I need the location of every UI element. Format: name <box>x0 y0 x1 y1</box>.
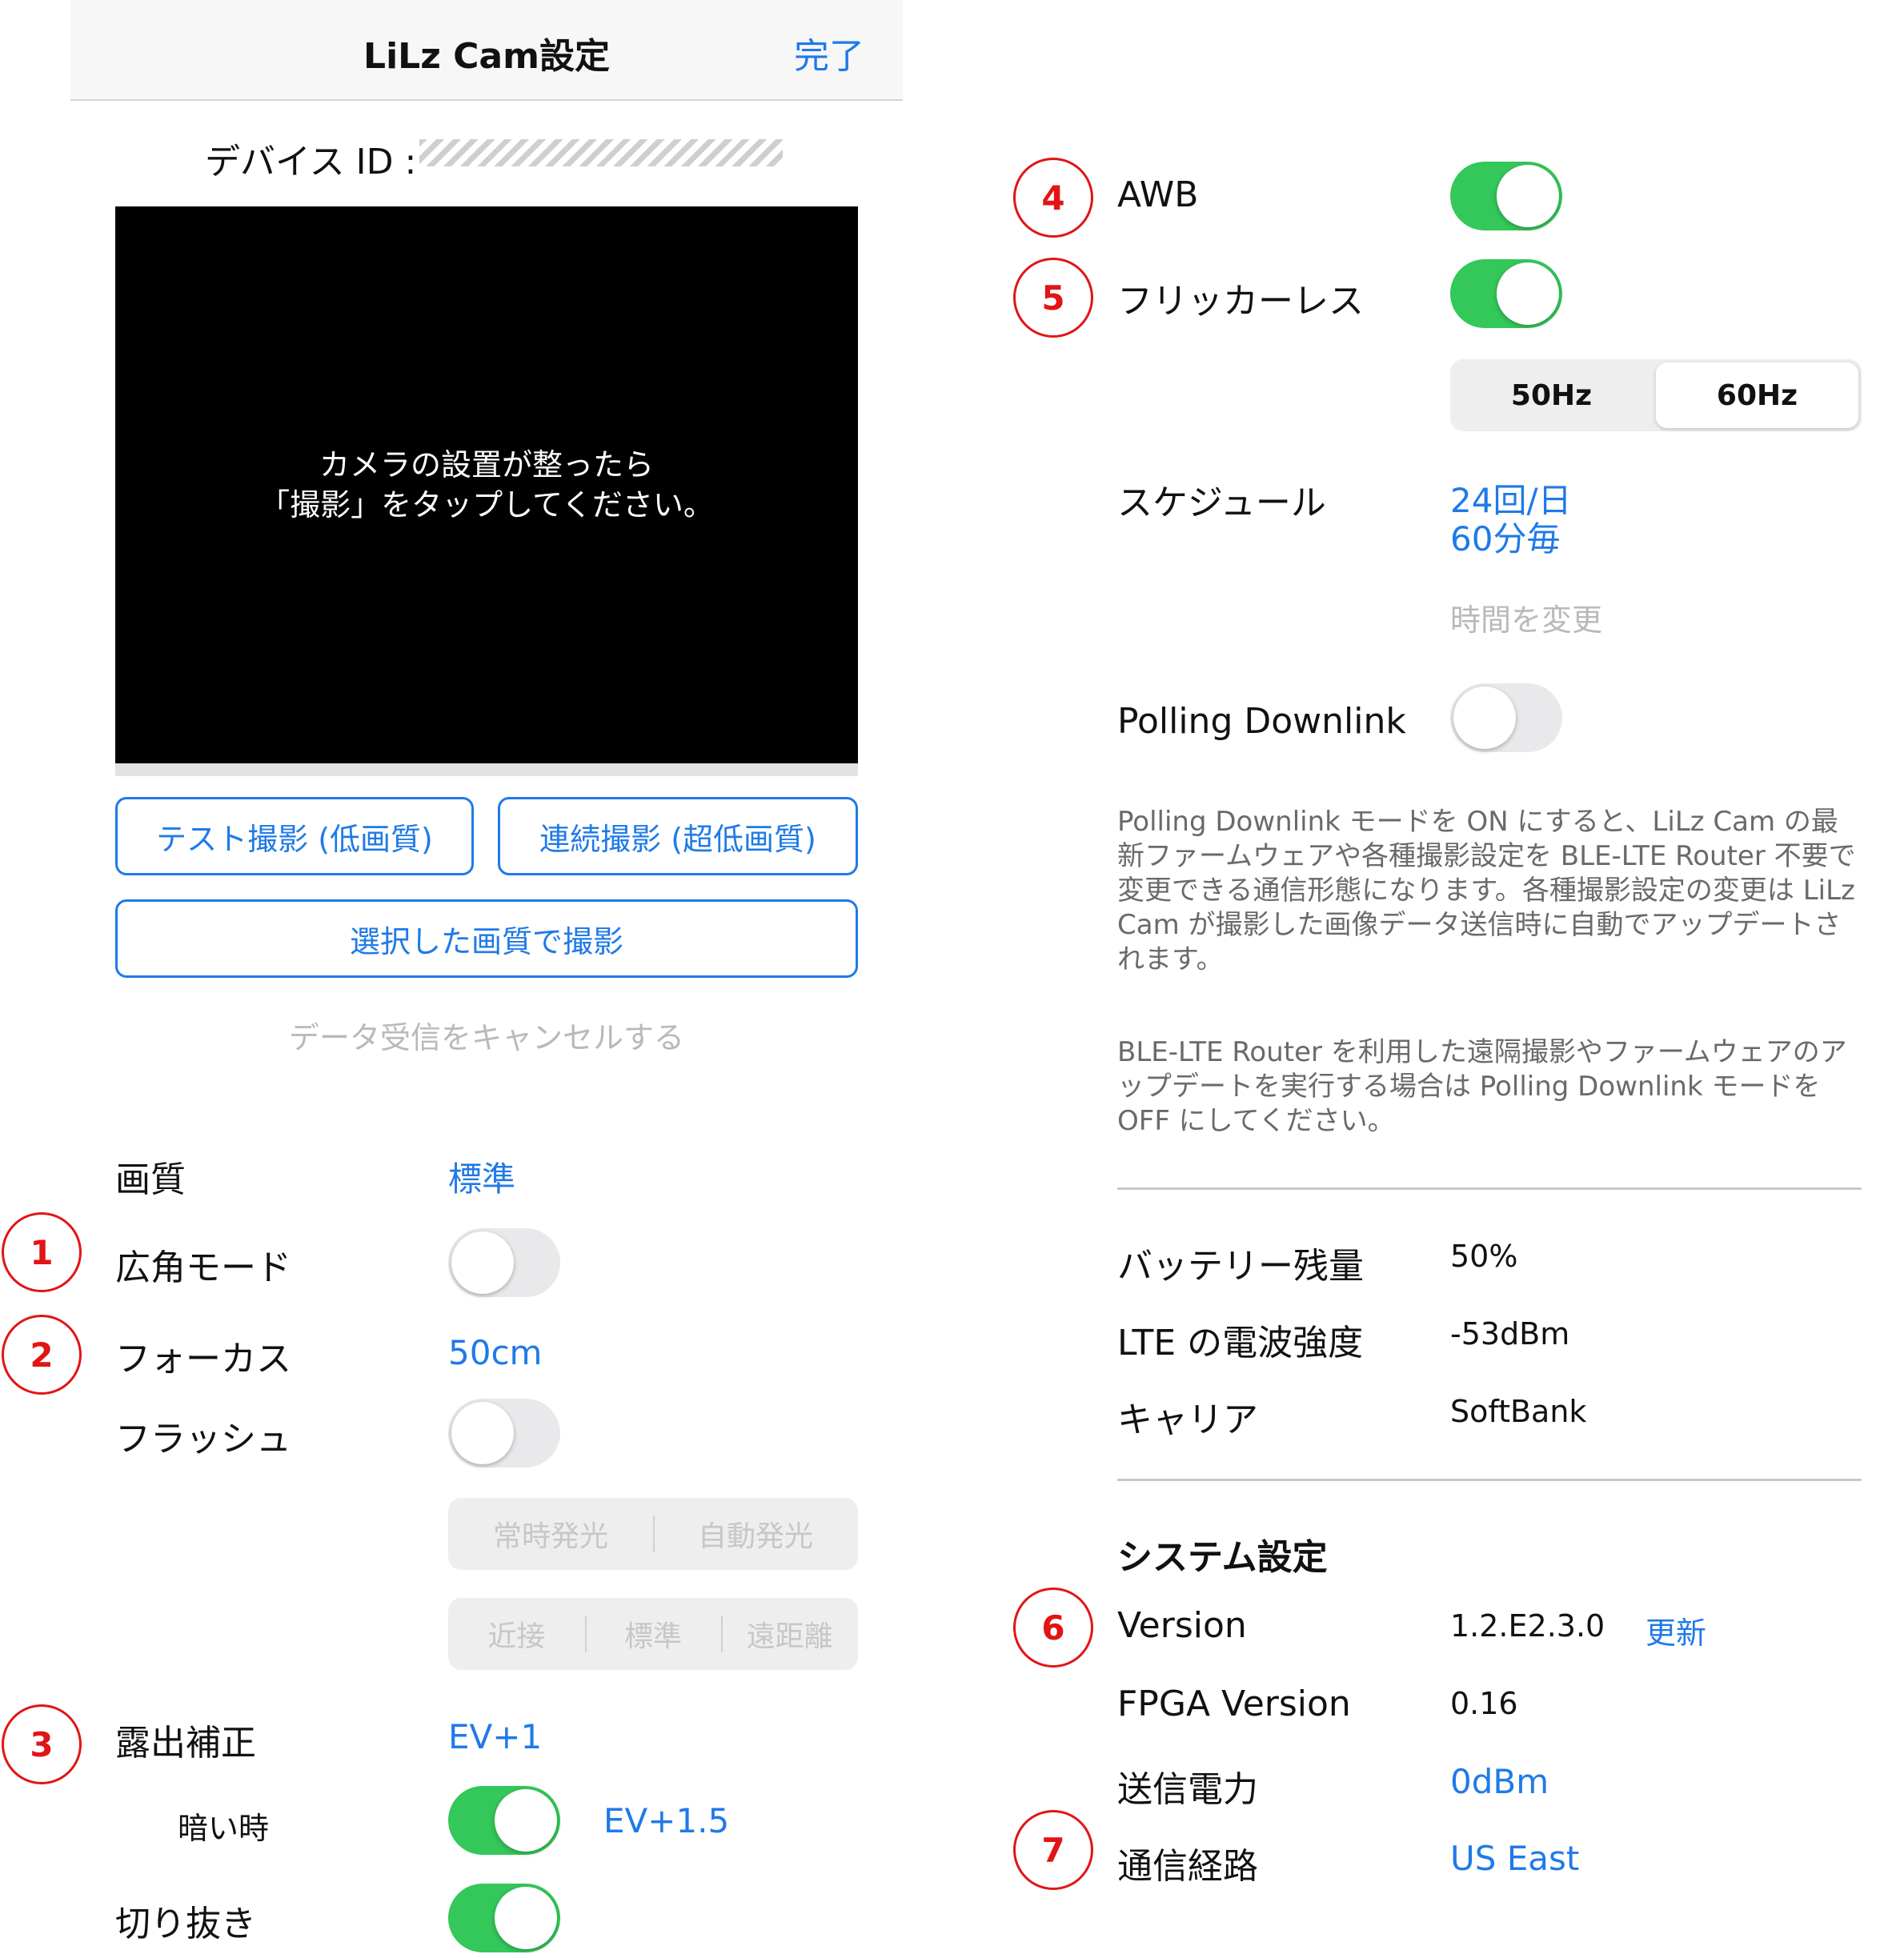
toggle-knob <box>1497 262 1559 325</box>
flash-mode-always: 常時発光 <box>492 1520 608 1553</box>
marker-3: 3 <box>2 1704 82 1784</box>
wide-mode-label: 広角モード <box>115 1247 291 1288</box>
navigation-bar: LiLz Cam設定 完了 <box>70 0 903 101</box>
camera-preview-message: カメラの設置が整ったら 「撮影」をタップしてください。 <box>259 447 714 523</box>
toggle-knob <box>495 1789 557 1852</box>
tx-power-value[interactable]: 0dBm <box>1450 1762 1549 1801</box>
lte-signal-value: -53dBm <box>1450 1316 1570 1351</box>
marker-2: 2 <box>2 1315 82 1395</box>
polling-downlink-description: Polling Downlink モードを ON にすると、LiLz Cam の… <box>1117 806 1856 975</box>
awb-toggle[interactable] <box>1450 162 1562 230</box>
flicker-frequency-segmented-control: 50Hz 60Hz <box>1450 359 1862 431</box>
toggle-knob <box>495 1887 557 1949</box>
battery-label: バッテリー残量 <box>1117 1246 1364 1287</box>
frequency-60hz[interactable]: 60Hz <box>1656 362 1858 428</box>
schedule-interval[interactable]: 60分毎 <box>1450 512 1560 561</box>
route-label: 通信経路 <box>1117 1846 1258 1887</box>
frequency-50hz[interactable]: 50Hz <box>1450 359 1653 431</box>
flash-mode-segmented-control: 常時発光 自動発光 <box>448 1498 858 1570</box>
flash-mode-auto: 自動発光 <box>653 1498 858 1570</box>
exposure-dark-value[interactable]: EV+1.5 <box>603 1801 729 1840</box>
device-id-redacted <box>419 139 783 166</box>
exposure-label: 露出補正 <box>115 1723 256 1764</box>
exposure-dark-toggle[interactable] <box>448 1786 560 1855</box>
crop-toggle[interactable] <box>448 1884 560 1952</box>
flash-distance-segmented-control: 近接 標準 遠距離 <box>448 1598 858 1670</box>
toggle-knob <box>451 1402 514 1464</box>
flickerless-label: フリッカーレス <box>1117 281 1364 322</box>
marker-6: 6 <box>1013 1588 1093 1668</box>
focus-label: フォーカス <box>115 1339 291 1379</box>
change-time-button[interactable]: 時間を変更 <box>1450 595 1602 639</box>
toggle-knob <box>1497 165 1559 227</box>
divider <box>1117 1187 1862 1190</box>
toggle-knob <box>451 1231 514 1294</box>
lte-signal-label: LTE の電波強度 <box>1117 1323 1364 1363</box>
marker-5: 5 <box>1013 258 1093 338</box>
toggle-knob <box>1453 687 1516 749</box>
route-value[interactable]: US East <box>1450 1839 1579 1878</box>
selected-quality-shot-button[interactable]: 選択した画質で撮影 <box>115 899 858 978</box>
test-shot-button[interactable]: テスト撮影 (低画質) <box>115 797 474 875</box>
fpga-version-value: 0.16 <box>1450 1686 1518 1721</box>
camera-preview-footer <box>115 763 858 776</box>
tx-power-label: 送信電力 <box>1117 1769 1258 1810</box>
page-title: LiLz Cam設定 <box>363 36 610 77</box>
crop-label: 切り抜き <box>115 1904 256 1944</box>
focus-value[interactable]: 50cm <box>448 1333 542 1372</box>
flash-distance-near: 近接 <box>487 1620 546 1653</box>
marker-4: 4 <box>1013 158 1093 238</box>
polling-downlink-label: Polling Downlink <box>1117 701 1406 742</box>
flash-distance-standard: 標準 <box>584 1598 722 1670</box>
divider <box>1117 1479 1862 1481</box>
flash-distance-far: 遠距離 <box>721 1598 858 1670</box>
battery-value: 50% <box>1450 1239 1518 1274</box>
flash-toggle[interactable] <box>448 1399 560 1467</box>
system-settings-heading: システム設定 <box>1117 1537 1328 1578</box>
quality-label: 画質 <box>115 1159 186 1200</box>
burst-shot-button[interactable]: 連続撮影 (超低画質) <box>498 797 858 875</box>
schedule-label: スケジュール <box>1117 482 1326 523</box>
carrier-label: キャリア <box>1117 1399 1258 1440</box>
quality-value[interactable]: 標準 <box>448 1152 515 1201</box>
version-label: Version <box>1117 1605 1247 1646</box>
marker-7: 7 <box>1013 1810 1093 1890</box>
exposure-dark-label: 暗い時 <box>178 1811 270 1846</box>
device-id-label: デバイス ID : <box>205 142 417 182</box>
cancel-receive-button[interactable]: データ受信をキャンセルする <box>115 1013 858 1057</box>
version-value: 1.2.E2.3.0 <box>1450 1608 1605 1644</box>
flash-label: フラッシュ <box>115 1419 291 1459</box>
fpga-version-label: FPGA Version <box>1117 1684 1351 1724</box>
flickerless-toggle[interactable] <box>1450 259 1562 328</box>
marker-1: 1 <box>2 1212 82 1292</box>
done-button[interactable]: 完了 <box>794 27 864 78</box>
polling-downlink-note: BLE-LTE Router を利用した遠隔撮影やファームウェアのアップデートを… <box>1117 1036 1847 1137</box>
version-update-button[interactable]: 更新 <box>1645 1608 1706 1652</box>
awb-label: AWB <box>1117 174 1199 215</box>
polling-downlink-toggle[interactable] <box>1450 683 1562 752</box>
carrier-value: SoftBank <box>1450 1394 1587 1429</box>
wide-mode-toggle[interactable] <box>448 1228 560 1297</box>
exposure-value[interactable]: EV+1 <box>448 1717 542 1756</box>
